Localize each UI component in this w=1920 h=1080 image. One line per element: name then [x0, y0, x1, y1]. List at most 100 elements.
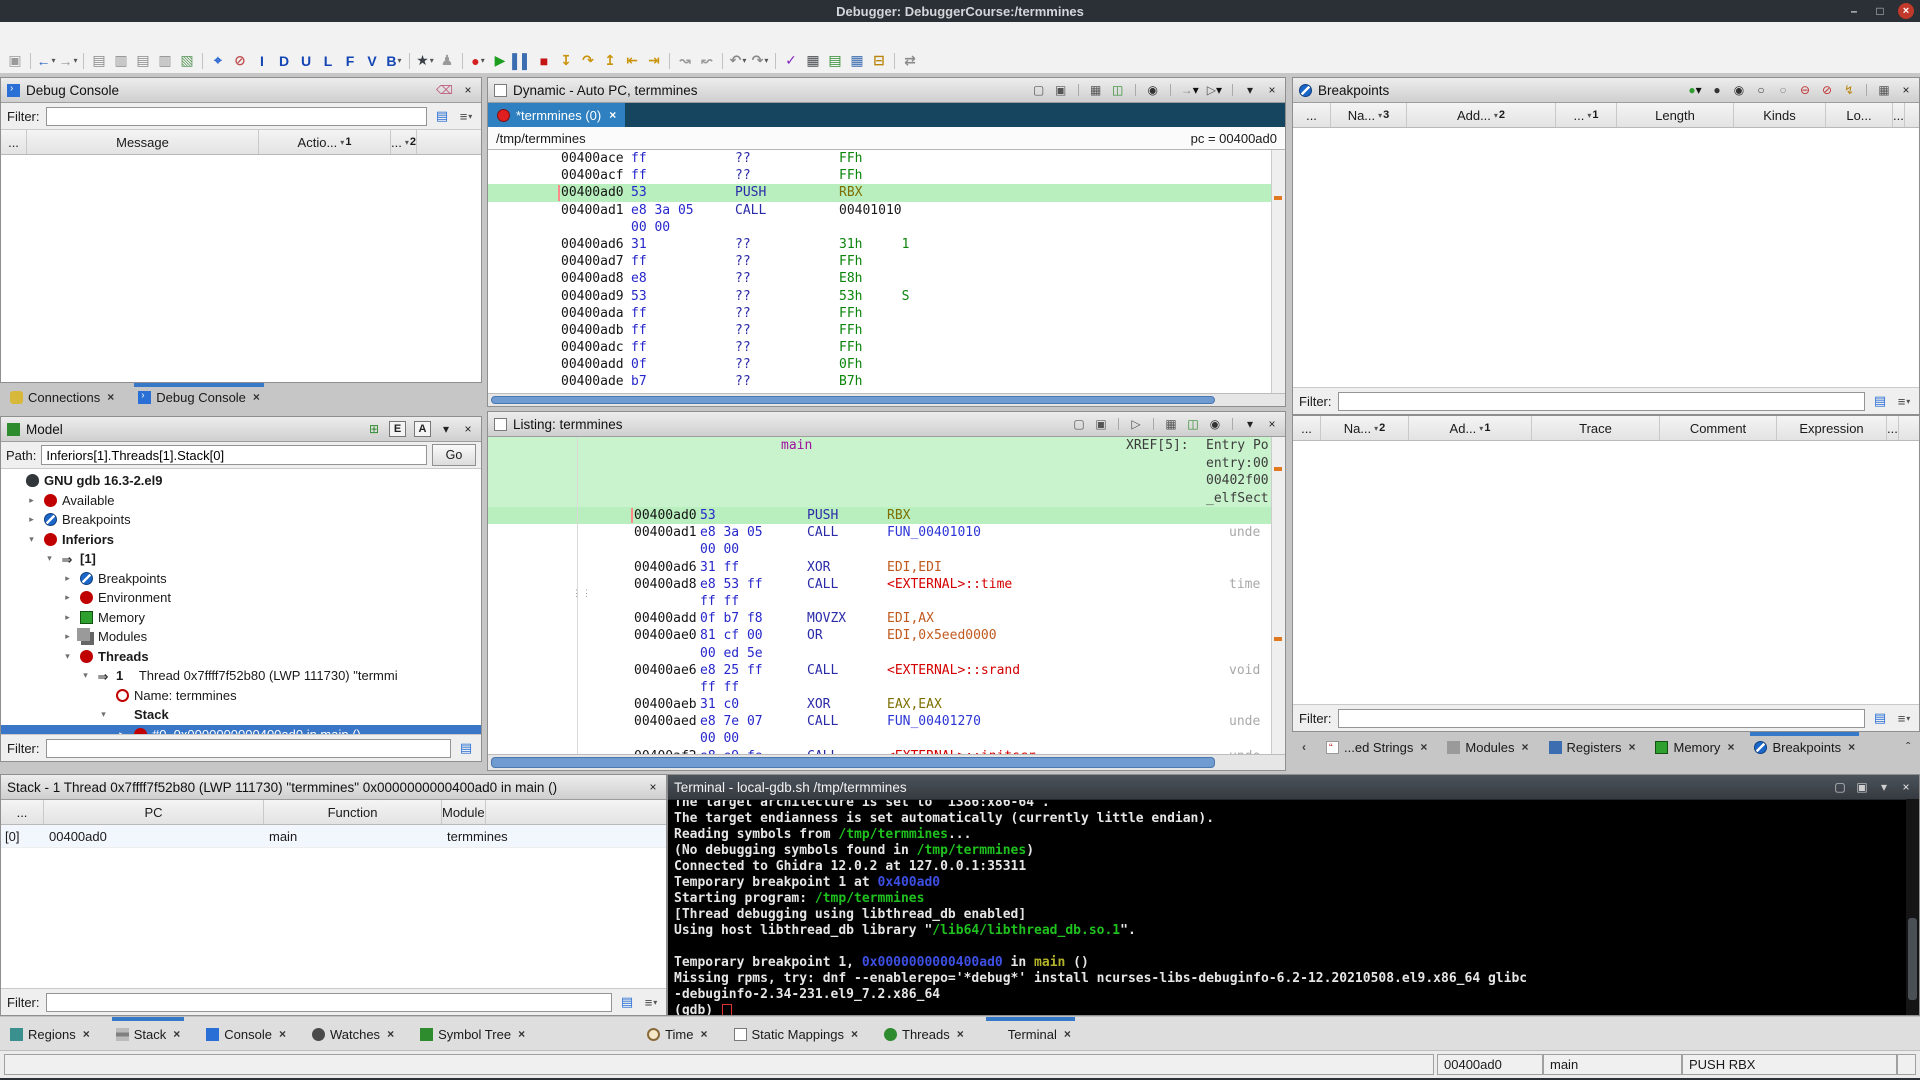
filter-clear-icon[interactable]: ▤ — [433, 107, 451, 125]
panel-menu-icon[interactable]: ▾ — [1877, 779, 1891, 795]
filter-options-icon[interactable]: ≡ ▾ — [1895, 709, 1913, 727]
expander-icon[interactable]: ▸ — [25, 495, 38, 506]
close-icon[interactable]: × — [1265, 416, 1279, 432]
close-icon[interactable]: × — [1899, 82, 1913, 98]
dock-tab[interactable]: Debug Console × — [134, 383, 264, 411]
tab-close-icon[interactable]: × — [957, 1027, 964, 1041]
paste-icon[interactable]: ▣ — [1054, 82, 1068, 98]
function-header[interactable]: main XREF[5]: Entry Po entry:00 00402f00… — [488, 437, 1285, 507]
tab-close-icon[interactable]: × — [1064, 1027, 1071, 1041]
dock-tab[interactable]: Modules × — [1447, 732, 1529, 762]
toolbar-icon[interactable] — [669, 52, 670, 69]
disassembly-row[interactable]: 00400ad1 e8 3a 05 CALL FUN_00401010 unde — [488, 524, 1285, 541]
column-header[interactable]: Actio... ▾ 1 — [259, 130, 391, 154]
model-tree-node[interactable]: ▸ Memory — [1, 608, 481, 628]
disassembly-row[interactable]: 00400aed e8 7e 07 CALL FUN_00401270 unde — [488, 713, 1285, 730]
debug-console-titlebar[interactable]: Debug Console ⌫ × — [1, 78, 481, 103]
diff-icon[interactable]: ◫ — [1186, 416, 1200, 432]
paste-icon[interactable]: ▣ — [1855, 779, 1869, 795]
toolbar-icon[interactable] — [83, 52, 84, 69]
xref-value[interactable]: _elfSect — [1206, 491, 1269, 506]
dock-tab[interactable]: Registers × — [1548, 732, 1635, 762]
column-header[interactable]: ... — [1893, 103, 1905, 127]
compare-icon[interactable]: ◫ — [1111, 82, 1125, 98]
dock-tab[interactable]: Watches × — [311, 1017, 394, 1051]
expander-icon[interactable]: ▸ — [61, 573, 74, 584]
sync-icon[interactable]: ⇄ — [899, 51, 921, 71]
marker-strip[interactable] — [1271, 150, 1285, 393]
terminal-scrollbar[interactable] — [1906, 799, 1919, 1015]
dock-tab[interactable]: Symbol Tree × — [420, 1017, 525, 1051]
column-header[interactable]: Module — [442, 800, 486, 824]
filter-clear-icon[interactable]: ▤ — [618, 993, 636, 1011]
disable-breakpoint-icon[interactable]: ○ — [1754, 82, 1768, 98]
tab-close-icon[interactable]: × — [518, 1027, 525, 1041]
close-icon[interactable]: × — [461, 82, 475, 98]
model-tree-node[interactable]: ▾ Inferiors — [1, 530, 481, 550]
disassembly-row[interactable]: 00400ad0 53 PUSH RBX — [488, 507, 1285, 525]
disassembly-row[interactable]: 00 00 — [488, 730, 1285, 747]
filter-options-icon[interactable]: ≡ ▾ — [1895, 392, 1913, 410]
panel-icon[interactable] — [1153, 418, 1154, 430]
tab-close-icon[interactable]: × — [1522, 740, 1529, 754]
stack-frame-row[interactable]: [0] 00400ad0 main termmines — [1, 825, 666, 848]
dock-tab[interactable]: Memory × — [1655, 732, 1734, 762]
disassembly-row[interactable]: ff ff — [488, 593, 1285, 610]
menu-item[interactable] — [190, 32, 208, 38]
tab-close-icon[interactable]: × — [279, 1027, 286, 1041]
menu-item[interactable] — [10, 32, 28, 38]
expander-icon[interactable]: ▸ — [25, 514, 38, 525]
menu-item[interactable] — [170, 32, 188, 38]
copy-icon[interactable]: ▢ — [1833, 779, 1847, 795]
tab-close-icon[interactable]: × — [609, 108, 616, 122]
disassembly-row[interactable]: 00400ad8 e8?? E8h — [488, 270, 1285, 287]
column-header[interactable]: Function — [264, 800, 442, 824]
paste-icon[interactable]: ▣ — [1094, 416, 1108, 432]
panel-icon[interactable] — [1134, 84, 1136, 96]
clear-all-breakpoints-icon[interactable]: ⊘ — [1820, 82, 1834, 98]
column-header[interactable]: ... ▾ 1 — [1556, 103, 1617, 127]
disassembly-row[interactable]: 00400ad7 ff?? FFh — [488, 253, 1285, 270]
model-tree-node[interactable]: ▾ 1 Thread 0x7ffff7f52b80 (LWP 111730) "… — [1, 666, 481, 686]
tab-close-icon[interactable]: × — [253, 390, 260, 404]
expander-icon[interactable]: ▾ — [43, 553, 56, 564]
locations-filter-input[interactable] — [1337, 708, 1865, 728]
toolbar-icon[interactable] — [202, 52, 203, 69]
tab-close-icon[interactable]: × — [387, 1027, 394, 1041]
byte-viewer-icon[interactable]: ▦ — [802, 51, 824, 71]
snapshot-icon[interactable]: ◉ — [1208, 416, 1222, 432]
enable-all-breakpoints-icon[interactable]: ◉ — [1732, 82, 1746, 98]
save-icon[interactable]: ▣ — [4, 51, 26, 71]
panel-icon[interactable] — [1232, 84, 1233, 96]
scroll-left-icon[interactable]: ‹ — [1302, 740, 1306, 754]
model-tree-node[interactable]: ▸ #0 0x0000000000400ad0 in main () — [1, 724, 481, 734]
disassembly-row[interactable]: 00400adb ff?? FFh — [488, 322, 1285, 339]
column-header[interactable]: Lo... — [1826, 103, 1893, 127]
redo-icon[interactable]: ↷ ▾ — [749, 51, 771, 71]
column-header[interactable]: ... — [1293, 103, 1331, 127]
breakpoints-filter-input[interactable] — [1337, 391, 1865, 411]
enable-breakpoint-icon[interactable]: ● — [1710, 82, 1724, 98]
disassemble-icon[interactable]: I — [251, 51, 273, 71]
close-icon[interactable]: × — [646, 779, 660, 795]
step-last-icon[interactable]: ⇥ — [643, 51, 665, 71]
attach-icon[interactable]: ♟ — [436, 51, 458, 71]
column-header[interactable]: ... — [1887, 416, 1899, 440]
tab-close-icon[interactable]: × — [1420, 740, 1427, 754]
edit-toggle-icon[interactable]: E — [389, 421, 406, 437]
step-back-icon[interactable]: ⇤ — [621, 51, 643, 71]
dock-tab[interactable]: Stack × — [111, 1017, 184, 1051]
filter-clear-icon[interactable]: ▤ — [457, 739, 475, 757]
column-header[interactable]: Length — [1617, 103, 1734, 127]
model-tree-node[interactable]: ▸ Available — [1, 491, 481, 511]
disable-all-breakpoints-icon[interactable]: ○ — [1776, 82, 1790, 98]
disassembly-row[interactable]: 00400add 0f?? 0Fh — [488, 356, 1285, 373]
filter-clear-icon[interactable]: ▤ — [1871, 392, 1889, 410]
disassembly-row[interactable]: 00 00 — [488, 219, 1285, 236]
dock-tab[interactable]: Terminal × — [985, 1017, 1076, 1051]
kill-icon[interactable]: ■ — [533, 51, 555, 71]
disassembly-row[interactable]: 00400ad6 31?? 31h 1 — [488, 236, 1285, 253]
model-tree-node[interactable]: GNU gdb 16.3-2.el9 — [1, 471, 481, 491]
clear-breakpoint-icon[interactable]: ⊖ — [1798, 82, 1812, 98]
data-icon[interactable]: D — [273, 51, 295, 71]
